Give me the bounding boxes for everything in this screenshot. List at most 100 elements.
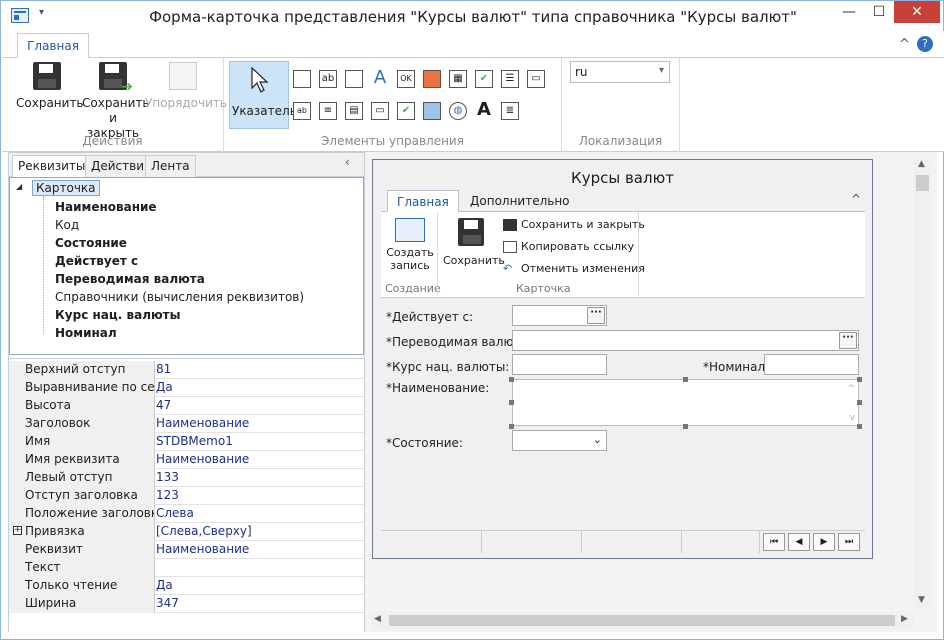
prop-value[interactable]: Наименование [156, 541, 364, 559]
memo-scroll-down-icon[interactable]: v [850, 413, 855, 423]
prop-row[interactable]: Привязка + [Слева,Сверху] [9, 523, 364, 541]
expand-icon[interactable]: + [13, 526, 22, 535]
help-icon[interactable]: ? [917, 36, 933, 52]
collapse-form-ribbon-icon[interactable]: ^ [851, 192, 861, 206]
create-record-button[interactable]: Создать запись [385, 218, 435, 272]
collapse-panel-icon[interactable]: ‹ [345, 155, 350, 169]
nav-first-button[interactable]: ⏮ [763, 533, 785, 551]
form-save-close-button[interactable]: Сохранить и закрыть [503, 218, 645, 231]
frame-control-icon[interactable] [345, 70, 363, 88]
selection-handle[interactable] [857, 424, 862, 429]
prop-value[interactable]: Да [156, 577, 364, 595]
prop-value[interactable] [156, 559, 364, 577]
splitter-control-icon[interactable]: ▭ [527, 70, 545, 88]
selection-handle[interactable] [509, 400, 514, 405]
scroll-up-icon[interactable]: ▲ [918, 159, 925, 169]
name-memo[interactable]: ^ v [512, 379, 859, 426]
prop-value[interactable]: 123 [156, 487, 364, 505]
state-select[interactable]: ⌄ [512, 430, 607, 451]
ellipsis-icon[interactable]: ··· [839, 332, 857, 349]
prop-row[interactable]: Отступ заголовка 123 [9, 487, 364, 505]
tree-item[interactable]: Состояние [55, 236, 127, 250]
selection-handle[interactable] [683, 377, 688, 382]
combo-control-icon[interactable]: ▭ [371, 102, 389, 120]
prop-row[interactable]: Выравнивание по сеткеДа [9, 379, 364, 397]
prop-row[interactable]: Имя реквизита Наименование [9, 451, 364, 469]
form-save-button[interactable]: Сохранить [443, 218, 505, 267]
prop-row[interactable]: Левый отступ 133 [9, 469, 364, 487]
page-control-icon[interactable]: ▤ [345, 102, 363, 120]
tree-item[interactable]: Справочники (вычисления реквизитов) [55, 290, 304, 304]
vertical-scrollbar[interactable]: ▲ ▼ [914, 159, 931, 609]
nav-last-button[interactable]: ⏭ [838, 533, 860, 551]
prop-value[interactable]: Наименование [156, 451, 364, 469]
tree-item[interactable]: Номинал [55, 326, 117, 340]
selection-handle[interactable] [857, 377, 862, 382]
h-scroll-thumb[interactable] [389, 615, 895, 626]
list-control-icon[interactable]: ☰ [501, 70, 519, 88]
rate-input[interactable] [512, 354, 607, 375]
form-tab-additional[interactable]: Дополнительно [461, 190, 579, 213]
tree-item[interactable]: Код [55, 218, 79, 232]
document-control-icon[interactable]: ≡ [319, 102, 337, 120]
prop-value[interactable]: Наименование [156, 415, 364, 433]
nav-next-button[interactable]: ▶ [813, 533, 835, 551]
ok-button-control-icon[interactable]: OK [397, 70, 415, 88]
scroll-thumb[interactable] [916, 175, 929, 191]
web-control-icon[interactable]: ◍ [449, 102, 467, 120]
nav-prev-button[interactable]: ◀ [788, 533, 810, 551]
minimize-button[interactable]: — [834, 1, 864, 23]
maximize-button[interactable]: ☐ [864, 1, 894, 23]
prop-row[interactable]: Высота 47 [9, 397, 364, 415]
image-control-icon[interactable] [423, 70, 441, 88]
ellipsis-icon[interactable]: ··· [587, 307, 605, 324]
prop-row[interactable]: Реквизит Наименование [9, 541, 364, 559]
selection-handle[interactable] [857, 400, 862, 405]
nominal-input[interactable] [764, 354, 859, 375]
memo-scroll-up-icon[interactable]: ^ [847, 384, 855, 394]
memo-control-icon[interactable]: ab [293, 102, 311, 120]
selection-handle[interactable] [683, 424, 688, 429]
caption-control-icon[interactable]: A [475, 101, 493, 120]
prop-value[interactable]: Слева [156, 505, 364, 523]
cancel-changes-button[interactable]: ↶ Отменить изменения [503, 262, 645, 275]
tree-item[interactable]: Действует с [55, 254, 138, 268]
tree-expand-icon[interactable]: ◢ [16, 182, 22, 191]
grid-control-icon[interactable]: ▦ [449, 70, 467, 88]
selection-handle[interactable] [509, 377, 514, 382]
tree-root[interactable]: Карточка [32, 180, 100, 196]
valid-from-input[interactable]: ··· [512, 305, 607, 326]
scroll-left-icon[interactable]: ◀ [374, 614, 381, 624]
prop-value[interactable]: 347 [156, 595, 364, 613]
prop-row[interactable]: Текст [9, 559, 364, 577]
save-close-button[interactable]: ➔ Сохранить и закрыть [82, 62, 150, 141]
prop-row[interactable]: Заголовок Наименование [9, 415, 364, 433]
localization-select[interactable]: ru [570, 61, 670, 83]
prop-value[interactable]: Да [156, 379, 364, 397]
collapse-ribbon-icon[interactable]: ^ [899, 37, 910, 52]
close-button[interactable]: ✕ [894, 1, 940, 23]
currency-input[interactable]: ··· [512, 330, 859, 351]
tab-requisites[interactable]: Реквизиты [12, 155, 92, 178]
copy-link-button[interactable]: Копировать ссылку [503, 240, 634, 253]
prop-value[interactable]: STDBMemo1 [156, 433, 364, 451]
prop-value[interactable]: 47 [156, 397, 364, 415]
horizontal-scrollbar[interactable]: ◀ ▶ [371, 612, 914, 629]
prop-value[interactable]: [Слева,Сверху] [156, 523, 364, 541]
tab-ribbon[interactable]: Лента [145, 155, 196, 177]
font-control-icon[interactable]: A [371, 69, 389, 88]
tab-main[interactable]: Главная [17, 33, 89, 59]
text-control-icon[interactable]: ab [319, 70, 337, 88]
prop-row[interactable]: Положение заголовка Слева [9, 505, 364, 523]
selection-handle[interactable] [509, 424, 514, 429]
pointer-tool-button[interactable]: Указатель [229, 61, 297, 129]
scroll-right-icon[interactable]: ▶ [901, 614, 908, 624]
prop-row[interactable]: Ширина 347 [9, 595, 364, 613]
prop-row[interactable]: Верхний отступ 81 [9, 361, 364, 379]
picture-control-icon[interactable] [423, 102, 441, 120]
label-control-icon[interactable] [293, 70, 311, 88]
arrange-button[interactable]: Упорядочить [145, 62, 227, 111]
save-button[interactable]: Сохранить [16, 62, 84, 111]
prop-row[interactable]: Только чтение Да [9, 577, 364, 595]
prop-value[interactable]: 81 [156, 361, 364, 379]
